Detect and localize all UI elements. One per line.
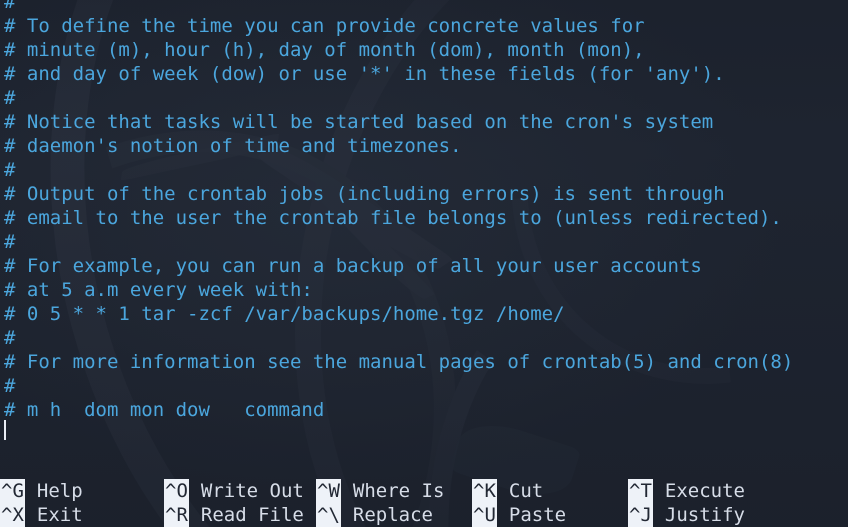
editor-line: # To define the time you can provide con… xyxy=(4,15,645,37)
shortcut-key: ^U xyxy=(472,503,497,527)
editor-line: # at 5 a.m every week with: xyxy=(4,279,313,301)
shortcut-label: Exit xyxy=(36,504,83,526)
shortcut-key: ^\ xyxy=(316,503,341,527)
editor-line: # 0 5 * * 1 tar -zcf /var/backups/home.t… xyxy=(4,303,565,325)
shortcut-label: Cut xyxy=(508,480,544,502)
shortcut-label: Replace xyxy=(352,504,433,526)
editor-line: # minute (m), hour (h), day of month (do… xyxy=(4,39,645,61)
editor-line: # For example, you can run a backup of a… xyxy=(4,255,702,277)
shortcut-key: ^X xyxy=(0,503,25,527)
editor-line: # xyxy=(4,327,16,349)
shortcut-key: ^R xyxy=(164,503,189,527)
editor-line: # xyxy=(4,375,16,397)
shortcut-key: ^W xyxy=(316,479,341,503)
shortcut-key: ^G xyxy=(0,479,25,503)
shortcut-label: Where Is xyxy=(352,480,445,502)
shortcut-key: ^O xyxy=(164,479,189,503)
shortcut-cut[interactable]: ^K Cut xyxy=(472,479,543,503)
shortcut-key: ^J xyxy=(628,503,653,527)
shortcut-where-is[interactable]: ^W Where Is xyxy=(316,479,444,503)
shortcut-key: ^T xyxy=(628,479,653,503)
shortcut-label: Paste xyxy=(508,504,567,526)
shortcut-key: ^K xyxy=(472,479,497,503)
editor-line: # xyxy=(4,159,16,181)
editor-line: # email to the user the crontab file bel… xyxy=(4,207,782,229)
shortcut-help[interactable]: ^G Help xyxy=(0,479,83,503)
nano-editor-window: # # To define the time you can provide co… xyxy=(0,0,848,527)
shortcut-label: Help xyxy=(36,480,83,502)
editor-line: # Output of the crontab jobs (including … xyxy=(4,183,725,205)
editor-line: # xyxy=(4,87,16,109)
shortcut-execute[interactable]: ^T Execute xyxy=(628,479,745,503)
editor-line: # xyxy=(4,0,16,13)
editor-line: # xyxy=(4,231,16,253)
editor-text-area[interactable]: # # To define the time you can provide co… xyxy=(0,0,848,446)
shortcut-write-out[interactable]: ^O Write Out xyxy=(164,479,304,503)
shortcut-help-bar: ^G Help ^O Write Out ^W Where Is ^K Cut ^T Execut… xyxy=(0,479,848,527)
editor-line: # m h dom mon dow command xyxy=(4,399,325,421)
editor-line: # For more information see the manual pa… xyxy=(4,351,794,373)
shortcut-read-file[interactable]: ^R Read File xyxy=(164,503,304,527)
editor-line: # and day of week (dow) or use '*' in th… xyxy=(4,63,725,85)
shortcut-exit[interactable]: ^X Exit xyxy=(0,503,83,527)
text-cursor xyxy=(4,420,6,440)
shortcut-row-2: ^X Exit ^R Read File ^\ Replace ^U Paste ^J Justi… xyxy=(0,503,848,527)
shortcut-row-1: ^G Help ^O Write Out ^W Where Is ^K Cut ^T Execut… xyxy=(0,479,848,503)
shortcut-label: Justify xyxy=(664,504,745,526)
shortcut-label: Execute xyxy=(664,480,745,502)
shortcut-label: Write Out xyxy=(200,480,304,502)
shortcut-label: Read File xyxy=(200,504,304,526)
editor-line: # Notice that tasks will be started base… xyxy=(4,111,714,133)
shortcut-paste[interactable]: ^U Paste xyxy=(472,503,566,527)
shortcut-justify[interactable]: ^J Justify xyxy=(628,503,745,527)
shortcut-replace[interactable]: ^\ Replace xyxy=(316,503,433,527)
editor-line: # daemon's notion of time and timezones. xyxy=(4,135,462,157)
